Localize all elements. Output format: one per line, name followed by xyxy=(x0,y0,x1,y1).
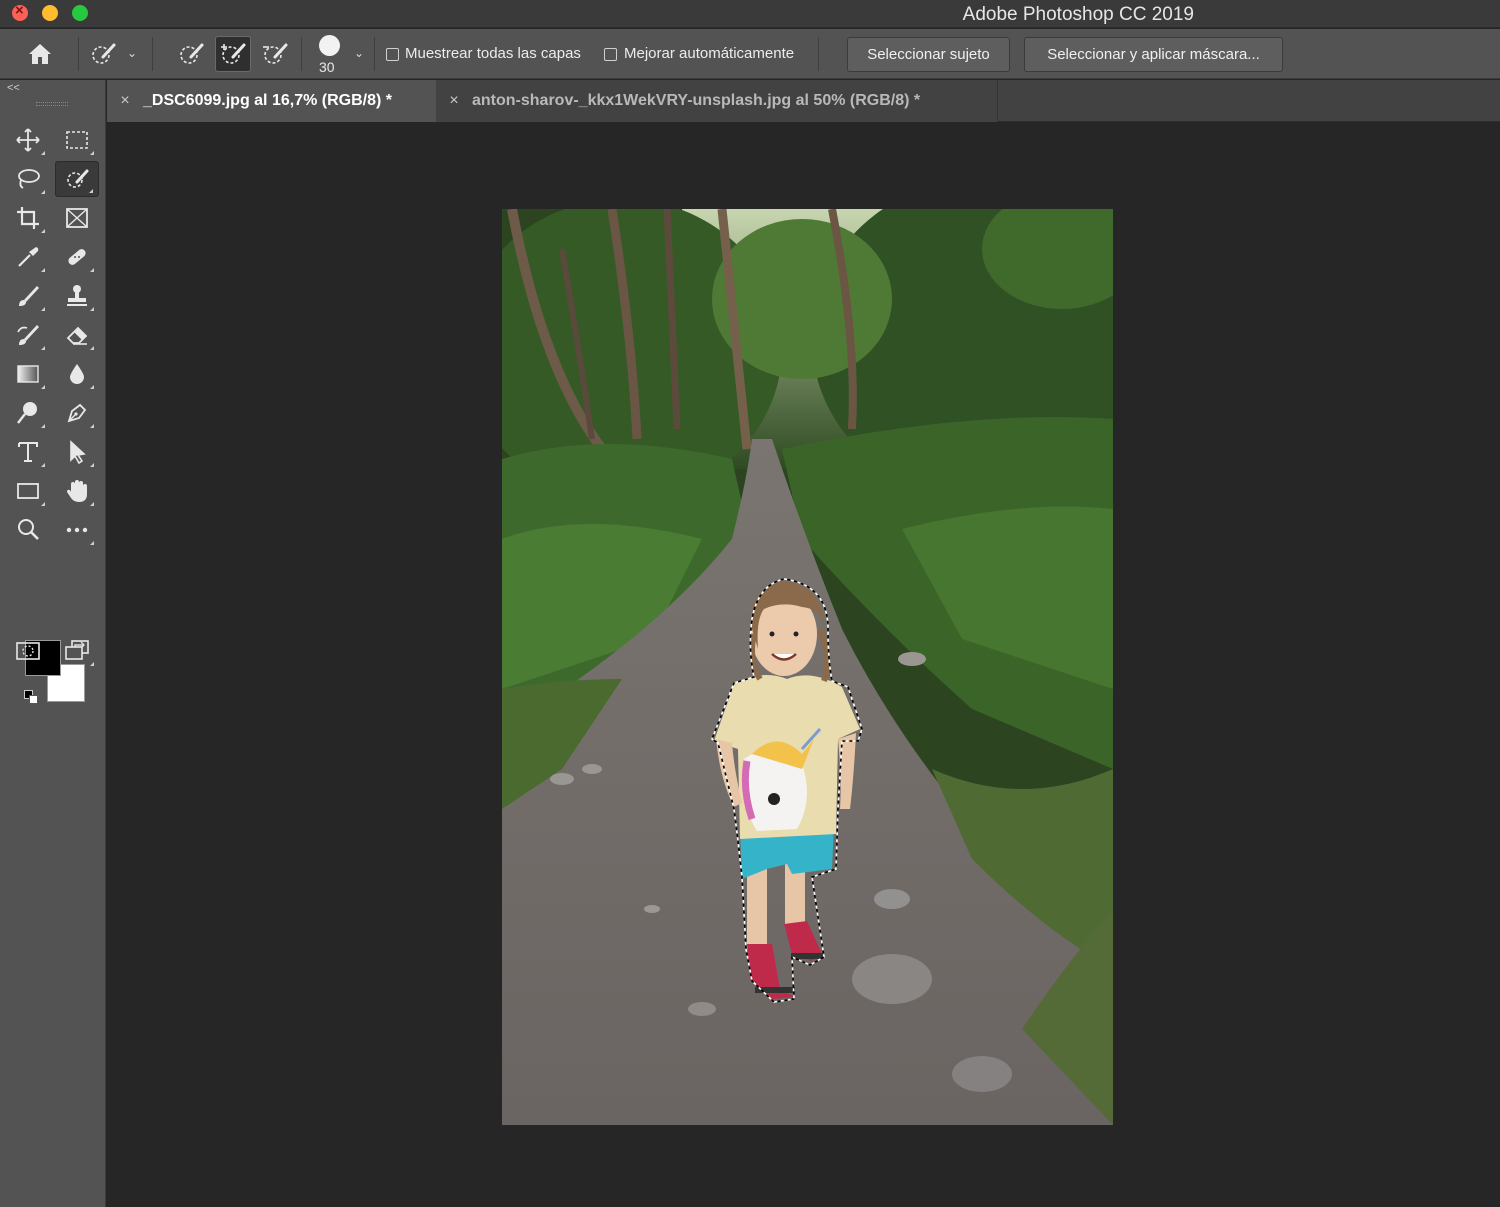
forest-path-photo xyxy=(502,209,1113,1125)
edit-toolbar-button[interactable] xyxy=(55,512,99,548)
close-tab-icon[interactable]: × xyxy=(436,92,472,110)
home-button[interactable] xyxy=(22,36,58,72)
pen-tool[interactable] xyxy=(55,395,99,431)
close-tab-icon[interactable]: × xyxy=(107,92,143,110)
select-and-mask-button[interactable]: Seleccionar y aplicar máscara... xyxy=(1024,37,1283,72)
dodge-icon xyxy=(17,402,37,424)
type-icon xyxy=(18,442,38,462)
sample-all-layers-label: Muestrear todas las capas xyxy=(405,45,581,62)
rectangle-icon xyxy=(17,483,39,499)
rectangular-marquee-tool[interactable] xyxy=(55,122,99,158)
window-close-button[interactable] xyxy=(12,2,28,21)
quick-selection-new-icon xyxy=(180,43,204,64)
gradient-tool[interactable] xyxy=(6,356,50,392)
more-dots-icon xyxy=(66,527,88,533)
default-colors-icon-back xyxy=(29,695,38,704)
frame-tool[interactable] xyxy=(55,200,99,236)
sample-all-layers-checkbox[interactable] xyxy=(386,48,399,61)
select-subject-button[interactable]: Seleccionar sujeto xyxy=(847,37,1010,72)
blur-tool[interactable] xyxy=(55,356,99,392)
brush-icon xyxy=(19,286,39,306)
crop-icon xyxy=(17,207,39,229)
app-title: Adobe Photoshop CC 2019 xyxy=(962,4,1194,25)
brush-tool[interactable] xyxy=(6,278,50,314)
collapse-panel-icon[interactable]: << xyxy=(7,82,20,94)
spot-healing-tool[interactable] xyxy=(55,239,99,275)
brush-picker-chevron-icon[interactable]: ⌄ xyxy=(354,46,364,60)
chevron-down-icon[interactable]: ⌄ xyxy=(127,46,137,60)
rectangle-tool[interactable] xyxy=(6,473,50,509)
dodge-tool[interactable] xyxy=(6,395,50,431)
options-bar: ⌄ 30 ⌄ Muestrear todas las capas Mejorar… xyxy=(0,29,1500,79)
quick-mask-button[interactable] xyxy=(6,633,50,669)
hand-icon xyxy=(67,480,87,502)
lasso-icon xyxy=(18,169,40,189)
drop-icon xyxy=(70,364,84,384)
crop-tool[interactable] xyxy=(6,200,50,236)
path-selection-tool[interactable] xyxy=(55,434,99,470)
screen-mode-icon xyxy=(65,640,89,660)
eraser-icon xyxy=(66,326,88,345)
quick-mask-icon xyxy=(16,642,40,660)
brush-size-value: 30 xyxy=(319,59,335,75)
panel-grip[interactable] xyxy=(36,102,68,106)
frame-icon xyxy=(66,208,88,228)
quick-selection-subtract-icon xyxy=(263,43,288,64)
subtract-from-selection-button[interactable] xyxy=(257,36,293,72)
home-icon xyxy=(29,44,51,64)
quick-selection-icon xyxy=(92,43,116,64)
document-tab-2[interactable]: × anton-sharov-_kkx1WekVRY-unsplash.jpg … xyxy=(436,80,998,122)
canvas-area[interactable] xyxy=(107,123,1500,1207)
auto-enhance-label: Mejorar automáticamente xyxy=(624,45,795,62)
hand-tool[interactable] xyxy=(55,473,99,509)
eyedropper-icon xyxy=(18,247,39,267)
zoom-tool[interactable] xyxy=(6,512,50,548)
add-to-selection-button[interactable] xyxy=(215,36,251,72)
document-tab-1[interactable]: × _DSC6099.jpg al 16,7% (RGB/8) * xyxy=(107,80,436,122)
window-minimize-button[interactable] xyxy=(42,5,58,21)
quick-selection-add-icon xyxy=(221,43,246,64)
history-brush-tool[interactable] xyxy=(6,317,50,353)
clone-stamp-tool[interactable] xyxy=(55,278,99,314)
brush-preview[interactable] xyxy=(319,35,340,56)
history-brush-icon xyxy=(17,325,39,345)
bandage-icon xyxy=(68,249,86,265)
pen-icon xyxy=(67,403,87,423)
magnifier-icon xyxy=(18,519,39,540)
tool-preset-picker[interactable] xyxy=(85,36,121,72)
gradient-icon xyxy=(17,365,39,383)
document-image[interactable] xyxy=(502,209,1113,1125)
eyedropper-tool[interactable] xyxy=(6,239,50,275)
document-tab-bar: × _DSC6099.jpg al 16,7% (RGB/8) * × anto… xyxy=(107,80,1500,122)
arrow-pointer-icon xyxy=(70,440,86,465)
stamp-icon xyxy=(67,285,87,306)
lasso-tool[interactable] xyxy=(6,161,50,197)
new-selection-button[interactable] xyxy=(173,36,209,72)
move-tool[interactable] xyxy=(6,122,50,158)
screen-mode-button[interactable] xyxy=(55,633,99,669)
title-bar: Adobe Photoshop CC 2019 xyxy=(0,0,1500,28)
move-icon xyxy=(16,128,40,152)
auto-enhance-checkbox[interactable] xyxy=(604,48,617,61)
window-maximize-button[interactable] xyxy=(72,5,88,21)
type-tool[interactable] xyxy=(6,434,50,470)
quick-selection-tool[interactable] xyxy=(55,161,99,197)
tools-panel: << xyxy=(0,80,106,1207)
document-tab-label: anton-sharov-_kkx1WekVRY-unsplash.jpg al… xyxy=(472,92,921,109)
eraser-tool[interactable] xyxy=(55,317,99,353)
marquee-icon xyxy=(66,131,88,149)
quick-selection-tool-icon xyxy=(67,169,89,188)
document-tab-label: _DSC6099.jpg al 16,7% (RGB/8) * xyxy=(143,92,392,109)
